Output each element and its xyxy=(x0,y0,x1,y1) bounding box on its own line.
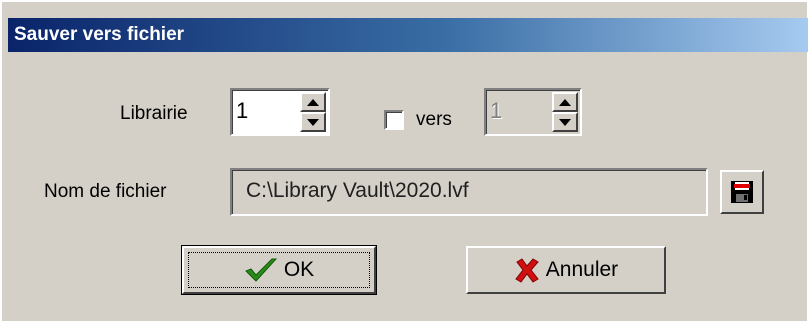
to-library-spinner[interactable]: 1 xyxy=(484,88,582,136)
cancel-button-label: Annuler xyxy=(545,258,619,281)
to-library-value: 1 xyxy=(490,98,503,123)
to-library-checkbox[interactable] xyxy=(384,110,404,130)
to-library-label: vers xyxy=(416,109,452,130)
library-spin-down-button[interactable] xyxy=(300,112,326,132)
to-library-spin-up-button[interactable] xyxy=(552,92,578,112)
library-spin-up-button[interactable] xyxy=(300,92,326,112)
ok-button[interactable]: OK xyxy=(181,245,377,295)
focus-rectangle xyxy=(188,252,370,288)
cancel-button[interactable]: Annuler xyxy=(466,246,666,294)
arrow-up-icon xyxy=(559,98,571,106)
arrow-up-icon xyxy=(307,98,319,106)
library-spinner[interactable]: 1 xyxy=(230,88,330,136)
floppy-disk-icon xyxy=(731,181,753,203)
red-x-icon xyxy=(514,257,540,283)
title-bar[interactable]: Sauver vers fichier xyxy=(8,18,808,52)
library-value[interactable]: 1 xyxy=(236,98,248,124)
save-to-file-dialog: Sauver vers fichier Librairie 1 vers 1 N… xyxy=(0,0,808,322)
filename-input[interactable]: C:\Library Vault\2020.lvf xyxy=(230,168,708,216)
arrow-down-icon xyxy=(307,118,319,126)
browse-save-button[interactable] xyxy=(720,170,764,214)
arrow-down-icon xyxy=(559,118,571,126)
window-title: Sauver vers fichier xyxy=(14,24,185,45)
filename-label: Nom de fichier xyxy=(44,181,167,202)
to-library-spin-down-button[interactable] xyxy=(552,112,578,132)
library-label: Librairie xyxy=(120,103,188,124)
